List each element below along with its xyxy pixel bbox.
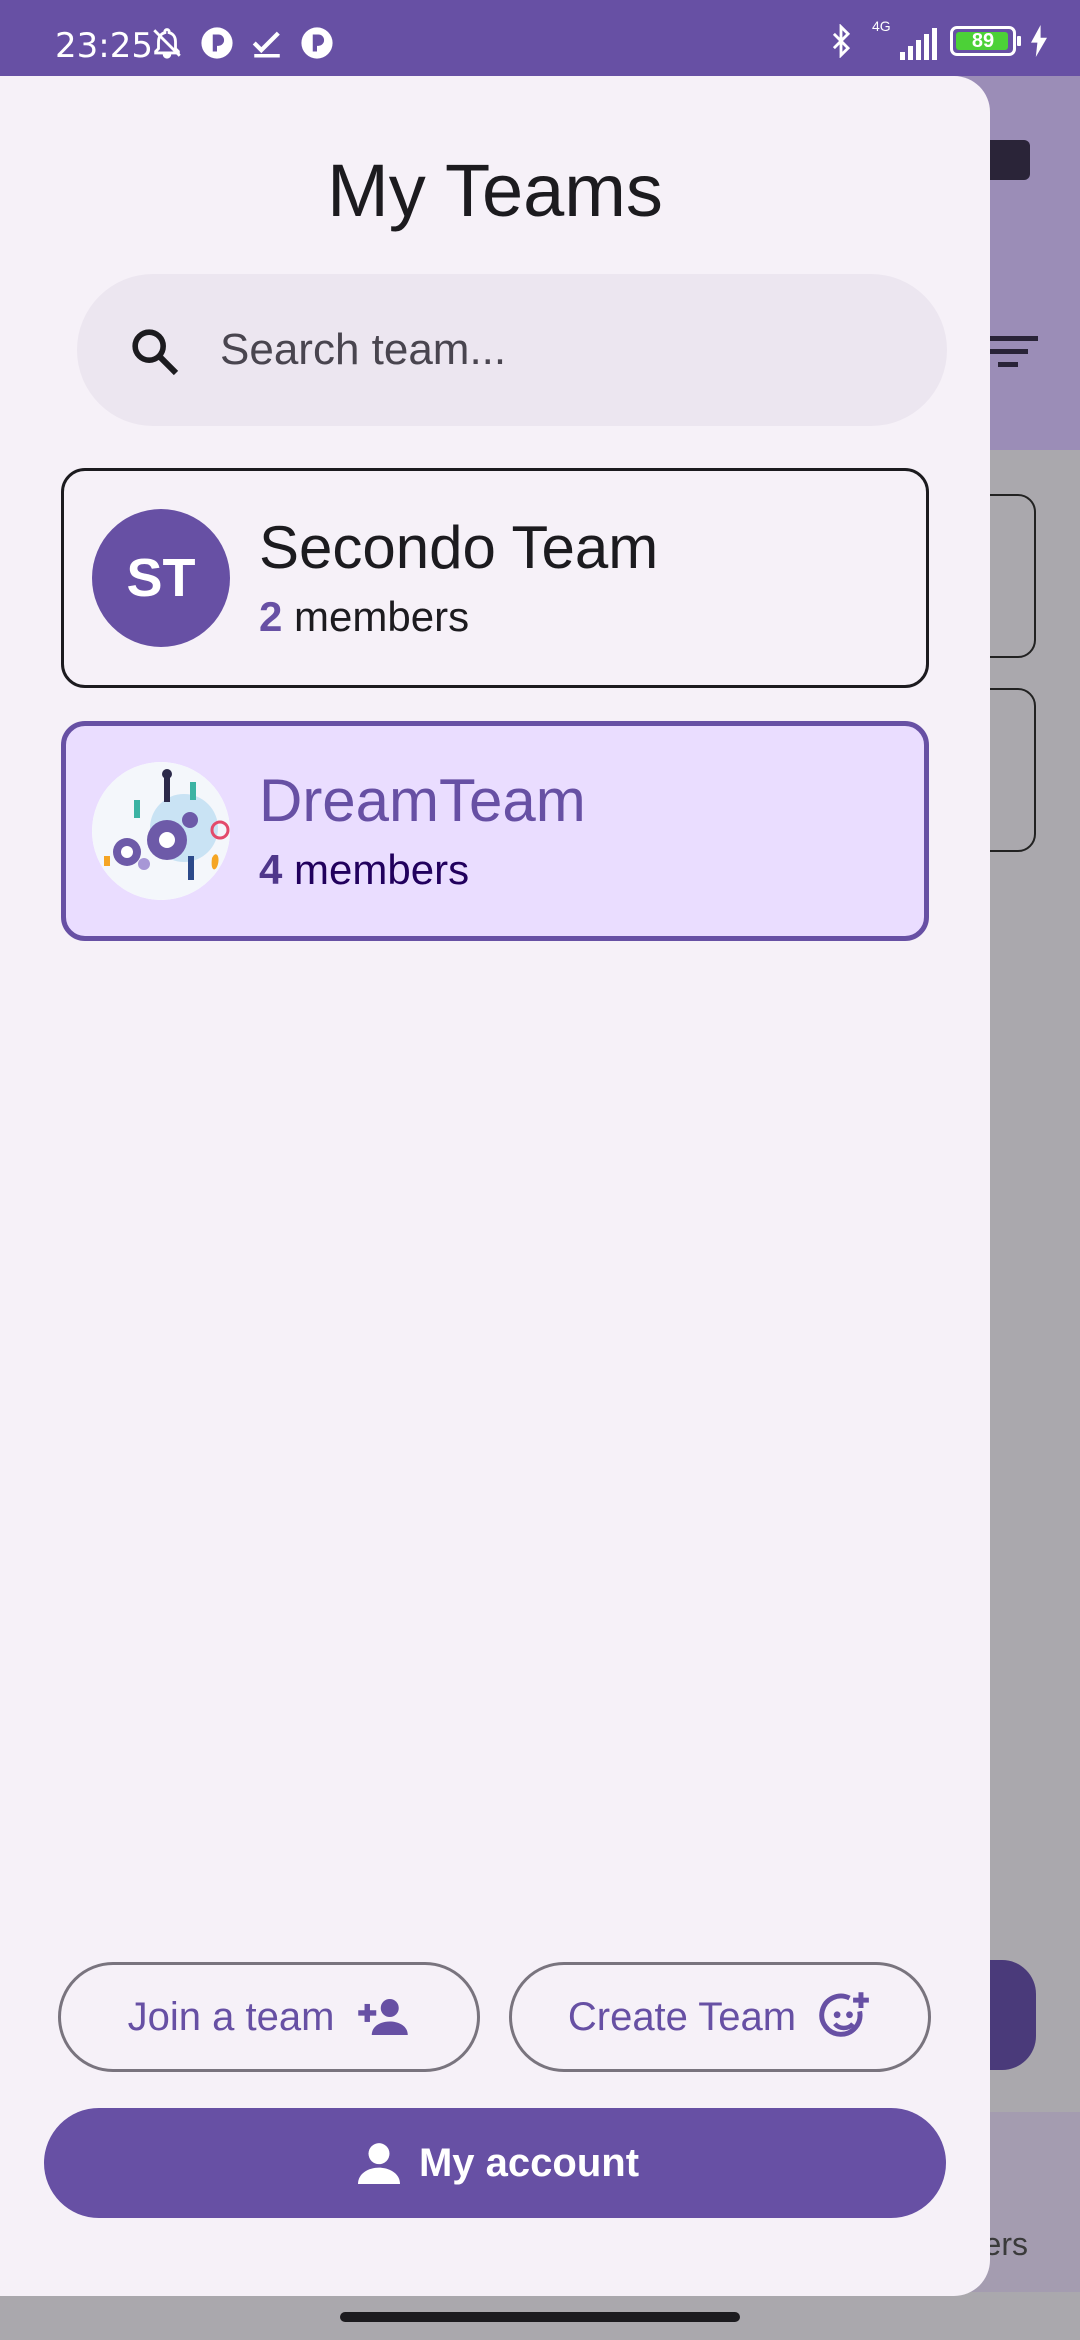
- team-member-count: 4 members: [259, 846, 469, 894]
- create-team-button[interactable]: Create Team: [509, 1962, 931, 2072]
- teams-drawer: My Teams ST Secondo Team 2 members: [0, 76, 990, 2296]
- battery-level: 89: [971, 29, 995, 52]
- team-name: Secondo Team: [259, 514, 659, 581]
- network-label: 4G: [872, 18, 891, 34]
- page-title: My Teams: [327, 149, 663, 232]
- status-right-icons: 4G 89: [822, 18, 1050, 60]
- add-person-icon: [358, 1999, 409, 2035]
- avatar: ST: [92, 509, 230, 647]
- person-icon: [357, 2143, 400, 2184]
- 4g-signal-icon: 4G: [872, 18, 938, 60]
- bluetooth-icon: [822, 22, 860, 60]
- team-name: DreamTeam: [259, 767, 586, 834]
- search-bar[interactable]: [77, 274, 947, 426]
- search-icon: [132, 329, 179, 376]
- member-count-label: members: [294, 846, 470, 893]
- search-input[interactable]: [220, 318, 900, 382]
- join-team-button[interactable]: Join a team: [58, 1962, 480, 2072]
- my-account-button[interactable]: My account: [44, 2108, 946, 2218]
- member-count-number: 2: [259, 593, 283, 640]
- create-team-label: Create Team: [567, 1994, 797, 2039]
- status-bar: 23:25 4G 89: [0, 0, 1080, 76]
- add-emoji-icon: [819, 1992, 869, 2037]
- member-count-label: members: [294, 593, 470, 640]
- background-bottom-label: ers: [983, 2226, 1028, 2262]
- team-illustration-image: [92, 762, 230, 900]
- app-notification-icon: [198, 24, 236, 62]
- home-indicator[interactable]: [340, 2312, 740, 2322]
- status-time: 23:25: [55, 26, 153, 66]
- app-notification-icon: [298, 24, 336, 62]
- team-member-count: 2 members: [259, 593, 469, 641]
- member-count-number: 4: [259, 846, 283, 893]
- team-card-dreamteam[interactable]: DreamTeam 4 members: [61, 721, 929, 941]
- status-left-icons: [148, 24, 336, 62]
- my-account-label: My account: [418, 2140, 640, 2185]
- battery-icon: 89: [950, 26, 1021, 56]
- charging-icon: [1028, 22, 1050, 60]
- join-team-label: Join a team: [127, 1994, 335, 2039]
- check-icon: [248, 24, 286, 62]
- team-card-secondo-team[interactable]: ST Secondo Team 2 members: [61, 468, 929, 688]
- mute-bell-icon: [148, 24, 186, 62]
